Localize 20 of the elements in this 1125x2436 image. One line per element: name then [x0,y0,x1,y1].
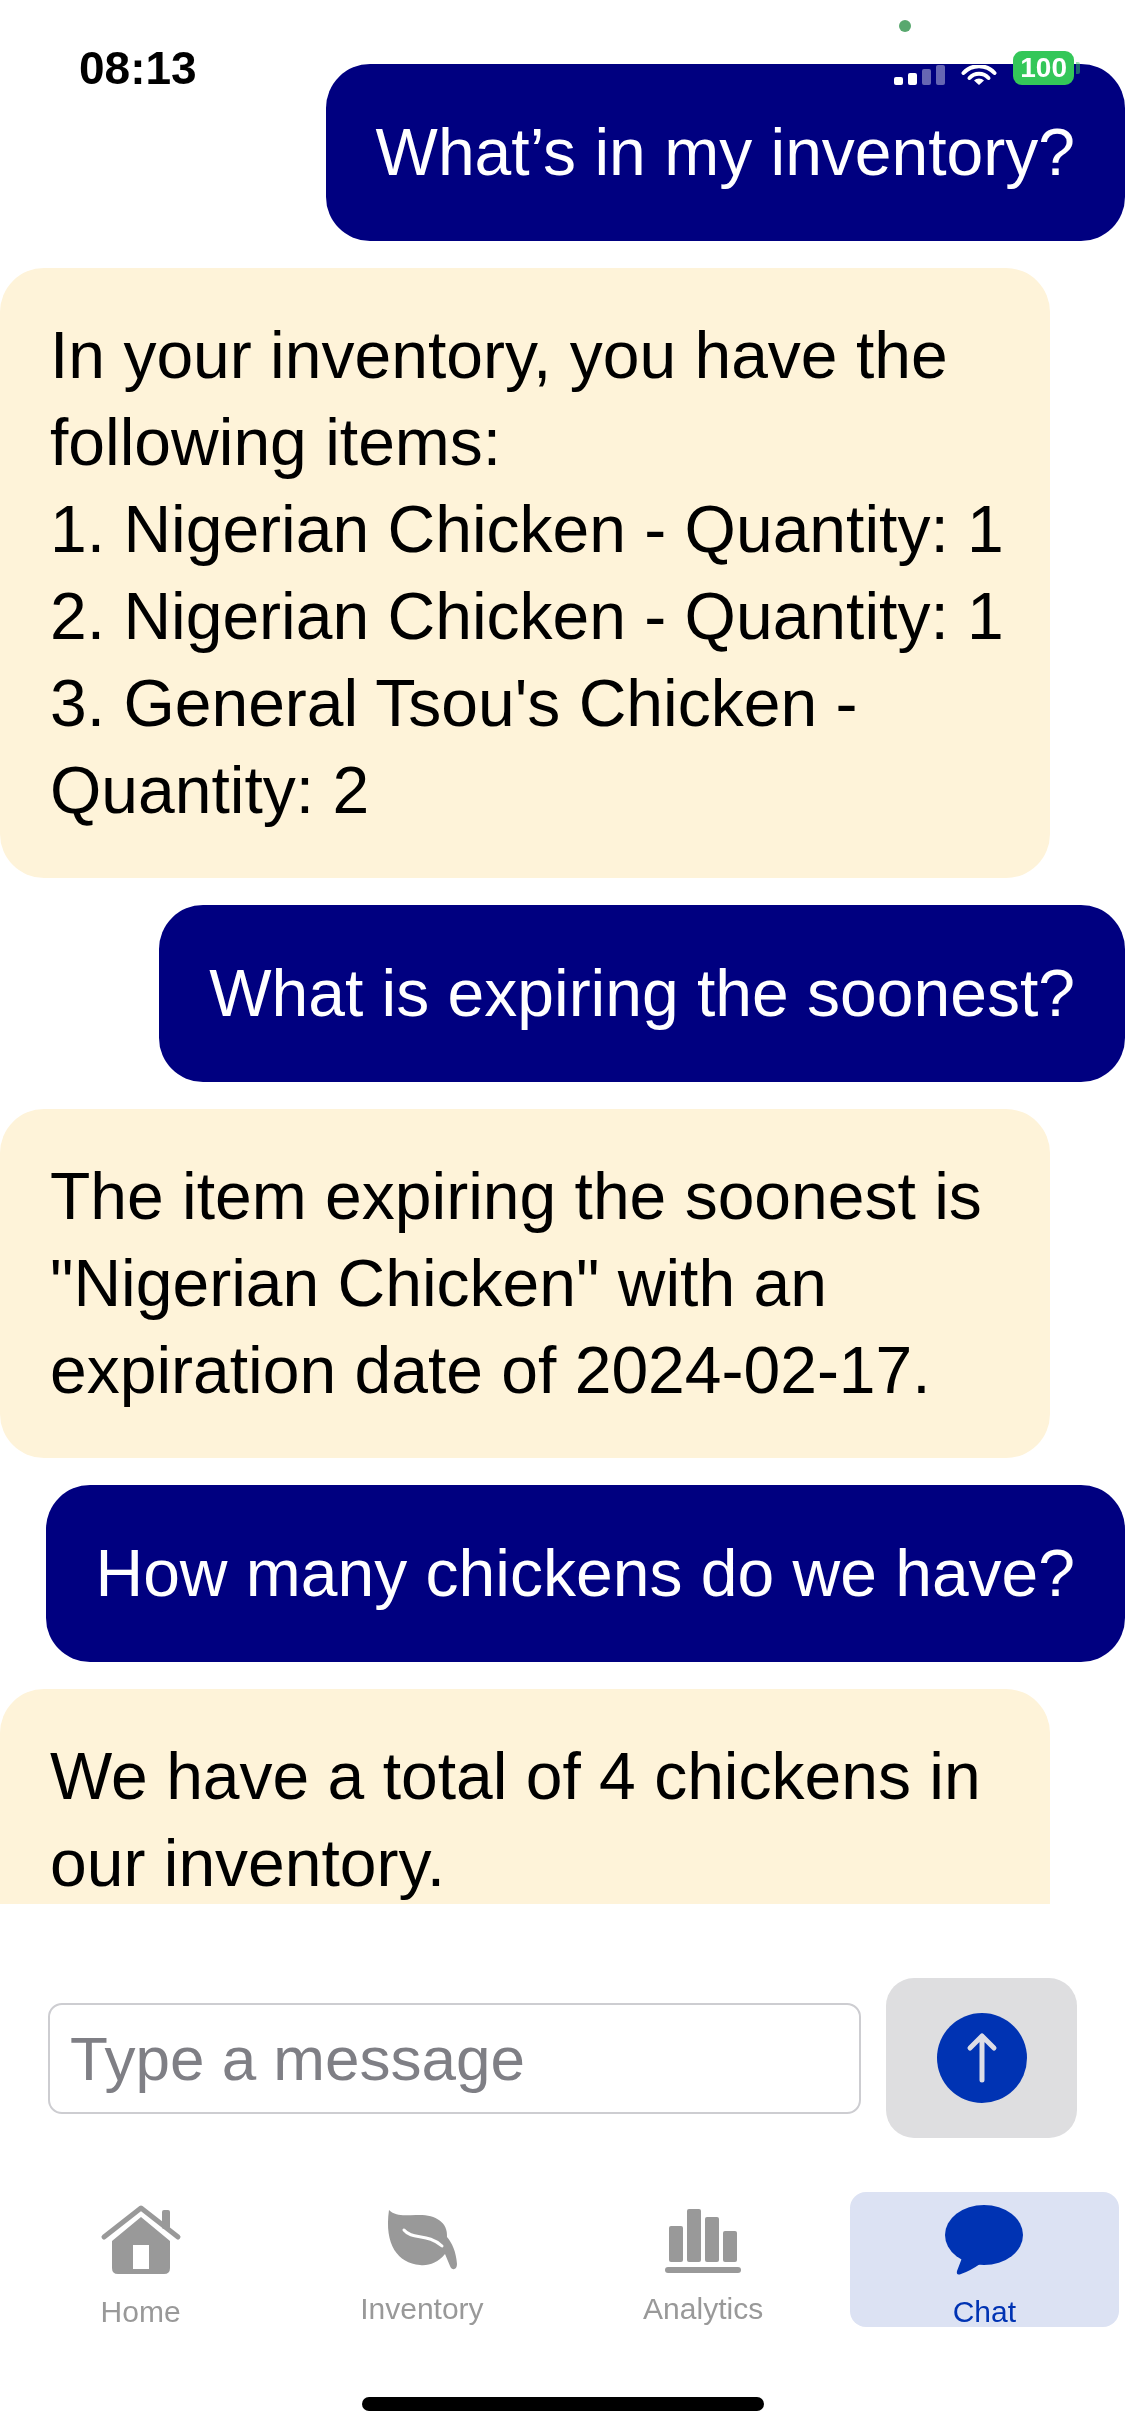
speech-bubble-icon [944,2204,1025,2276]
arrow-up-circle-icon [936,2013,1027,2103]
message-input[interactable]: Type a message [48,2002,861,2114]
assistant-message: We have a total of 4 chickens in our inventory. [0,1689,1050,1904]
send-button[interactable] [886,1978,1077,2138]
user-message: What is expiring the soonest? [159,905,1125,1082]
status-time: 08:13 [79,45,197,91]
assistant-message: In your inventory, you have the following items: 1. Nigerian Chicken - Quantity: 1 2. Nigerian Chicken - Quantity: 1 3. General Tsou's Chicken - Quantity: 2 [0,268,1050,878]
wifi-icon [961,65,998,85]
status-dot-icon [899,20,911,32]
tab-item[interactable]: Home [6,2192,276,2327]
user-message: How many chickens do we have? [45,1485,1125,1662]
signal-icon [894,65,946,85]
tab-item[interactable]: Inventory [287,2192,557,2327]
assistant-message: The item expiring the soonest is "Nigerian Chicken" with an expiration date of 2024-02-17. [0,1109,1050,1458]
tab-item[interactable]: Analytics [568,2192,838,2327]
bar-chart-icon [665,2209,742,2273]
battery-indicator: 100 [1013,51,1080,85]
house-icon [99,2204,182,2276]
tab-item[interactable]: Chat [849,2192,1119,2327]
